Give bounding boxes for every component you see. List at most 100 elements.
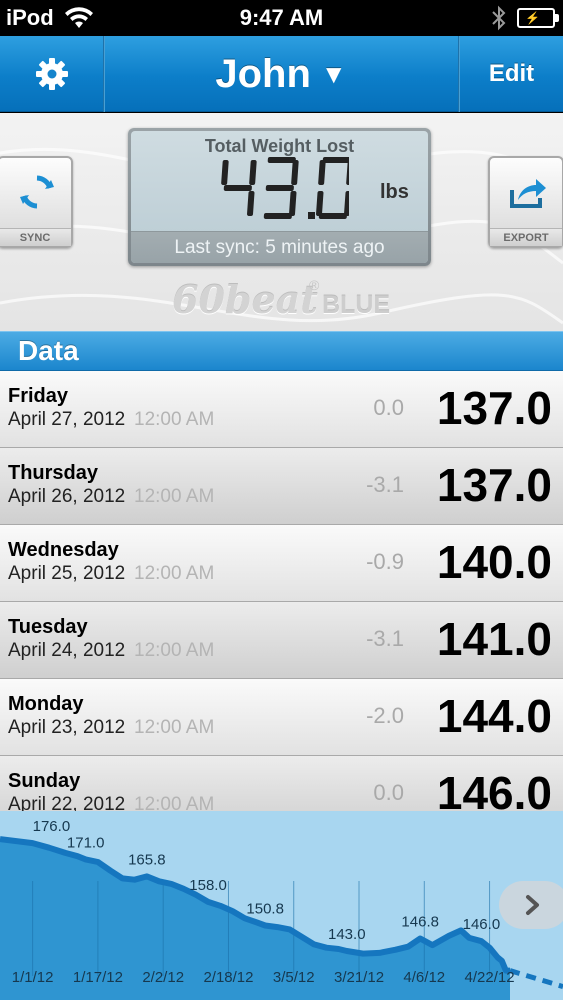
settings-button[interactable]	[0, 36, 103, 112]
logo-suffix: BLUE	[322, 291, 391, 319]
lcd-segment	[247, 191, 255, 216]
lcd-digit	[263, 157, 299, 219]
peak-label: 146.8	[401, 914, 439, 931]
lcd-decimal-point	[308, 212, 315, 219]
entry-date: April 26, 2012	[8, 486, 126, 507]
lcd-segment	[221, 160, 229, 185]
lcd-segment	[318, 213, 347, 219]
lcd-segment	[318, 160, 326, 185]
entry-day: Monday	[8, 693, 84, 715]
peak-label: 165.8	[128, 851, 166, 868]
peak-label: 150.8	[246, 900, 284, 917]
battery-icon: ⚡	[517, 8, 559, 28]
lcd-segment	[267, 157, 296, 163]
export-button[interactable]: EXPORT	[488, 156, 563, 248]
x-tick-label: 3/21/12	[334, 969, 384, 986]
entry-day: Friday	[8, 385, 69, 407]
summary-panel: SYNC Total Weight Lost lbs Last sync: 5 …	[0, 113, 563, 331]
gear-icon	[35, 58, 68, 90]
entry-weight: 137.0	[436, 459, 552, 511]
lcd-segment	[249, 160, 257, 185]
x-tick-label: 3/5/12	[273, 969, 315, 986]
x-tick-label: 2/2/12	[142, 969, 184, 986]
entry-date: April 27, 2012	[8, 409, 126, 430]
lcd-segment	[316, 191, 324, 216]
sync-label: SYNC	[0, 228, 71, 246]
lcd-segment	[344, 191, 349, 216]
entry-date: April 23, 2012	[8, 717, 126, 738]
lcd-segment	[289, 191, 297, 216]
sync-button[interactable]: SYNC	[0, 156, 73, 248]
bluetooth-icon	[492, 5, 506, 31]
x-tick-label: 4/6/12	[403, 969, 445, 986]
entry-weight: 137.0	[436, 382, 552, 434]
entry-day: Wednesday	[8, 539, 119, 561]
entry-time: 12:00 AM	[134, 409, 215, 430]
dropdown-caret-icon: ▼	[320, 58, 347, 89]
x-tick-label: 1/17/12	[73, 969, 123, 986]
user-name: John	[215, 51, 311, 96]
peak-label: 176.0	[33, 818, 71, 835]
list-item[interactable]: Wednesday April 25, 2012 12:00 AM -0.9 1…	[0, 525, 563, 602]
entry-change: -2.0	[366, 703, 404, 728]
edit-button[interactable]: Edit	[460, 36, 563, 112]
entry-weight: 140.0	[436, 536, 552, 588]
x-tick-label: 4/22/12	[465, 969, 515, 986]
entry-day: Sunday	[8, 770, 81, 792]
chevron-right-icon	[526, 895, 539, 915]
logo-text: 60beat	[172, 277, 318, 322]
data-section-header: Data	[0, 331, 563, 371]
lcd-digit	[221, 160, 257, 216]
entry-change: -3.1	[366, 472, 404, 497]
peak-label: 143.0	[328, 926, 366, 943]
export-icon	[510, 179, 546, 208]
x-tick-label: 1/1/12	[12, 969, 54, 986]
weight-entries-list: Friday April 27, 2012 12:00 AM 0.0 137.0…	[0, 371, 563, 813]
nav-bar: John ▼ Edit	[0, 36, 563, 112]
list-item[interactable]: Friday April 27, 2012 12:00 AM 0.0 137.0	[0, 371, 563, 448]
entry-time: 12:00 AM	[134, 486, 215, 507]
status-bar: iPod 9:47 AM ⚡	[0, 0, 563, 36]
export-label: EXPORT	[490, 228, 562, 246]
lcd-digit	[316, 157, 349, 219]
entry-change: -0.9	[366, 549, 404, 574]
chart-canvas: 176.0171.0 165.8 158.0 150.8 143.0 146.8 146.0…	[0, 811, 563, 1000]
entry-date: April 25, 2012	[8, 563, 126, 584]
entry-day: Tuesday	[8, 616, 88, 638]
entry-time: 12:00 AM	[134, 563, 215, 584]
list-item[interactable]: Tuesday April 24, 2012 12:00 AM -3.1 141…	[0, 602, 563, 679]
weight-unit: lbs	[380, 181, 409, 203]
status-clock: 9:47 AM	[239, 5, 324, 30]
sync-icon	[20, 175, 54, 209]
list-item[interactable]: Monday April 23, 2012 12:00 AM -2.0 144.…	[0, 679, 563, 756]
entry-date: April 24, 2012	[8, 640, 126, 661]
section-title: Data	[18, 335, 79, 366]
lcd-segment	[265, 185, 294, 191]
list-item[interactable]: Thursday April 26, 2012 12:00 AM -3.1 13…	[0, 448, 563, 525]
entry-change: 0.0	[373, 395, 404, 420]
x-tick-label: 2/18/12	[203, 969, 253, 986]
peak-label: 146.0	[463, 916, 501, 933]
last-sync-text: Last sync: 5 minutes ago	[131, 231, 428, 263]
lcd-segment	[322, 157, 349, 163]
peak-label: 158.0	[189, 877, 227, 894]
list-item[interactable]: Sunday April 22, 2012 12:00 AM 0.0 146.0	[0, 756, 563, 813]
entry-weight: 141.0	[436, 613, 552, 665]
entry-time: 12:00 AM	[134, 717, 215, 738]
entry-time: 12:00 AM	[134, 640, 215, 661]
lcd-segment	[263, 213, 292, 219]
lcd-segment	[223, 185, 252, 191]
entry-weight: 144.0	[436, 690, 552, 742]
total-weight-value	[221, 157, 349, 219]
user-selector[interactable]: John ▼	[105, 36, 457, 112]
entry-day: Thursday	[8, 462, 99, 484]
entry-change: -3.1	[366, 626, 404, 651]
weight-display: Total Weight Lost lbs Last sync: 5 minut…	[128, 128, 431, 266]
lcd-segment	[291, 160, 299, 185]
lcd-segment	[346, 160, 349, 185]
peak-label: 171.0	[67, 834, 105, 851]
entry-change: 0.0	[373, 780, 404, 805]
chart-next-button[interactable]	[499, 881, 563, 929]
weight-history-chart[interactable]: 176.0 171.0 165.8 158.0 150.8 143.0 146.8 146.0…	[0, 811, 563, 1000]
brand-logo: 60beat ® BLUE	[172, 271, 402, 322]
